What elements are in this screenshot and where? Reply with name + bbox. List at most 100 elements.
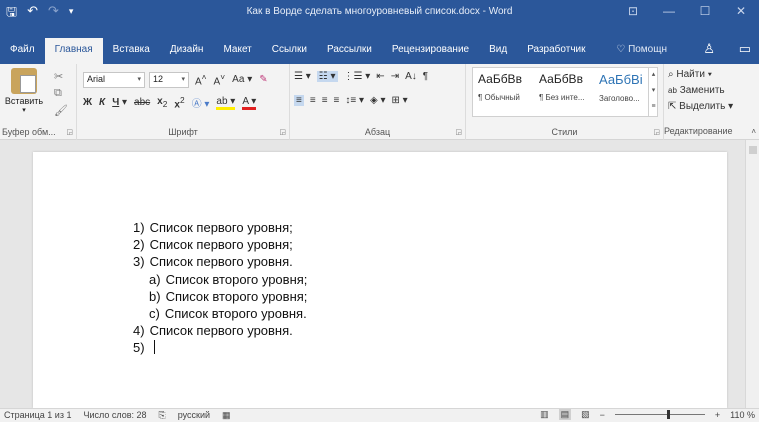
- multilevel-list-icon[interactable]: ⋮☰ ▾: [344, 71, 371, 82]
- format-painter-icon[interactable]: 🖌: [54, 104, 68, 117]
- zoom-slider-knob[interactable]: [666, 410, 670, 419]
- list-text: Список второго уровня;: [165, 271, 308, 287]
- styles-scrollbar[interactable]: ▴ ▾ ≡: [648, 67, 658, 117]
- tab-item[interactable]: Рецензирование: [382, 38, 479, 64]
- tab-item[interactable]: Ссылки: [262, 38, 317, 64]
- italic-icon[interactable]: К: [99, 97, 105, 108]
- font-group: Arial ▾ 12 ▾ A˄ A˅ Аа ▾ ✎ Ж К Ч ▾ abc x2 x…: [77, 64, 290, 140]
- align-left-icon[interactable]: ≡: [294, 95, 304, 106]
- change-case-button[interactable]: Аа ▾: [232, 74, 252, 85]
- list-marker: b): [149, 288, 161, 304]
- clear-formatting-icon[interactable]: ✎: [259, 74, 267, 85]
- font-size-select[interactable]: 12 ▾: [149, 72, 189, 88]
- cut-icon[interactable]: ✂: [54, 70, 68, 83]
- tell-me-box[interactable]: ♡ Помощн: [616, 44, 667, 55]
- superscript-icon[interactable]: x2: [174, 95, 184, 110]
- text-cursor: [153, 340, 155, 355]
- clipboard-launcher-icon[interactable]: ◲: [66, 128, 73, 136]
- font-size-value: 12: [153, 74, 164, 84]
- styles-launcher-icon[interactable]: ◲: [653, 128, 660, 136]
- sort-icon[interactable]: A↓: [405, 71, 417, 82]
- copy-icon[interactable]: ⧉: [54, 87, 68, 100]
- tab-item[interactable]: Разработчик: [517, 38, 595, 64]
- bullets-icon[interactable]: ☰ ▾: [294, 71, 311, 82]
- replace-button[interactable]: ab Заменить: [668, 85, 733, 96]
- collapse-ribbon-icon[interactable]: ˄: [751, 127, 756, 136]
- minimize-icon[interactable]: —: [651, 0, 687, 24]
- word-count[interactable]: Число слов: 28: [83, 410, 146, 421]
- paragraph-group: ☰ ▾ ☷ ▾ ⋮☰ ▾ ⇤ ⇥ A↓ ¶ ≡ ≡ ≡ ≡ ↕≡ ▾ ◈ ▾ ⊞…: [290, 64, 466, 140]
- zoom-slider[interactable]: [614, 410, 705, 419]
- tab-item[interactable]: Макет: [213, 38, 261, 64]
- style-no-spacing[interactable]: АаБбВв ¶ Без инте...: [539, 72, 597, 102]
- comments-icon[interactable]: ▭: [739, 41, 751, 57]
- close-icon[interactable]: ✕: [723, 0, 759, 24]
- highlight-icon[interactable]: ab ▾: [216, 96, 236, 110]
- paste-icon: [11, 68, 37, 94]
- style-name: ¶ Обычный: [478, 93, 520, 102]
- text-effects-icon[interactable]: Ⓐ ▾: [192, 95, 210, 110]
- tab-item[interactable]: Вид: [479, 38, 517, 64]
- ribbon-display-icon[interactable]: ⊡: [615, 0, 651, 24]
- shading-icon[interactable]: ◈ ▾: [370, 95, 386, 106]
- align-right-icon[interactable]: ≡: [322, 95, 328, 106]
- read-mode-icon[interactable]: ▥: [540, 409, 549, 420]
- web-layout-icon[interactable]: ▧: [581, 409, 590, 420]
- multilevel-list: 1) Список первого уровня; 2) Список первого…: [133, 219, 307, 357]
- decrease-indent-icon[interactable]: ⇤: [376, 71, 384, 82]
- page-count[interactable]: Страница 1 из 1: [4, 410, 71, 421]
- borders-icon[interactable]: ⊞ ▾: [392, 95, 408, 106]
- find-button[interactable]: ⌕ Найти ▾: [668, 69, 733, 80]
- search-icon: ⌕: [668, 69, 674, 80]
- ribbon: Вставить ▾ ✂ ⧉ 🖌 Буфер обм... ◲ Arial ▾ 1…: [0, 64, 759, 140]
- chevron-up-icon[interactable]: ▴: [649, 67, 658, 83]
- increase-indent-icon[interactable]: ⇥: [391, 71, 399, 82]
- paste-button[interactable]: Вставить ▾: [4, 68, 44, 114]
- document-page[interactable]: 1) Список первого уровня; 2) Список первого…: [33, 152, 727, 408]
- tab-item[interactable]: Файл: [0, 38, 45, 64]
- font-family-select[interactable]: Arial ▾: [83, 72, 145, 88]
- maximize-icon[interactable]: ☐: [687, 0, 723, 24]
- chevron-down-icon[interactable]: ▾: [649, 83, 658, 99]
- editing-group-label: Редактирование: [664, 126, 733, 136]
- tab-item[interactable]: Дизайн: [160, 38, 214, 64]
- scrollbar-thumb[interactable]: [749, 146, 757, 154]
- tab-item[interactable]: Вставка: [103, 38, 160, 64]
- cursor-icon: ⇱: [668, 101, 677, 112]
- subscript-icon[interactable]: x2: [157, 96, 167, 109]
- bold-icon[interactable]: Ж: [83, 97, 92, 108]
- select-button[interactable]: ⇱ Выделить ▾: [668, 101, 733, 112]
- underline-icon[interactable]: Ч ▾: [112, 97, 127, 108]
- zoom-level[interactable]: 110 %: [730, 410, 755, 420]
- grow-font-icon[interactable]: A˄: [195, 72, 207, 87]
- style-name: ¶ Без инте...: [539, 93, 585, 102]
- tab-item[interactable]: Рассылки: [317, 38, 382, 64]
- list-marker: c): [149, 306, 160, 322]
- numbering-icon[interactable]: ☷ ▾: [316, 71, 338, 82]
- print-layout-icon[interactable]: ▤: [558, 409, 572, 420]
- font-launcher-icon[interactable]: ◲: [279, 128, 286, 136]
- font-color-icon[interactable]: A ▾: [242, 96, 257, 110]
- zoom-out-button[interactable]: −: [600, 410, 605, 420]
- style-preview: АаБбВв: [539, 72, 583, 86]
- list-item: 3) Список первого уровня.: [133, 253, 307, 270]
- proofing-icon[interactable]: ⎘: [159, 410, 166, 421]
- account-icon[interactable]: ♙: [703, 41, 715, 57]
- zoom-in-button[interactable]: +: [715, 410, 720, 420]
- strikethrough-icon[interactable]: abc: [134, 97, 150, 108]
- styles-more-icon[interactable]: ≡: [649, 99, 658, 115]
- align-center-icon[interactable]: ≡: [310, 95, 316, 106]
- vertical-scrollbar[interactable]: [745, 140, 759, 408]
- list-text: Список первого уровня;: [149, 220, 293, 235]
- list-text: Список второго уровня.: [164, 306, 307, 322]
- tab-item[interactable]: Главная: [44, 38, 103, 64]
- show-marks-icon[interactable]: ¶: [423, 71, 428, 82]
- shrink-font-icon[interactable]: A˅: [214, 72, 226, 87]
- line-spacing-icon[interactable]: ↕≡ ▾: [345, 95, 364, 106]
- style-normal[interactable]: АаБбВв ¶ Обычный: [478, 72, 536, 102]
- justify-icon[interactable]: ≡: [334, 95, 340, 106]
- macro-icon[interactable]: ▦: [222, 410, 231, 421]
- language[interactable]: русский: [178, 410, 210, 421]
- status-bar: Страница 1 из 1 Число слов: 28 ⎘ русский…: [0, 408, 759, 422]
- paragraph-launcher-icon[interactable]: ◲: [455, 128, 462, 136]
